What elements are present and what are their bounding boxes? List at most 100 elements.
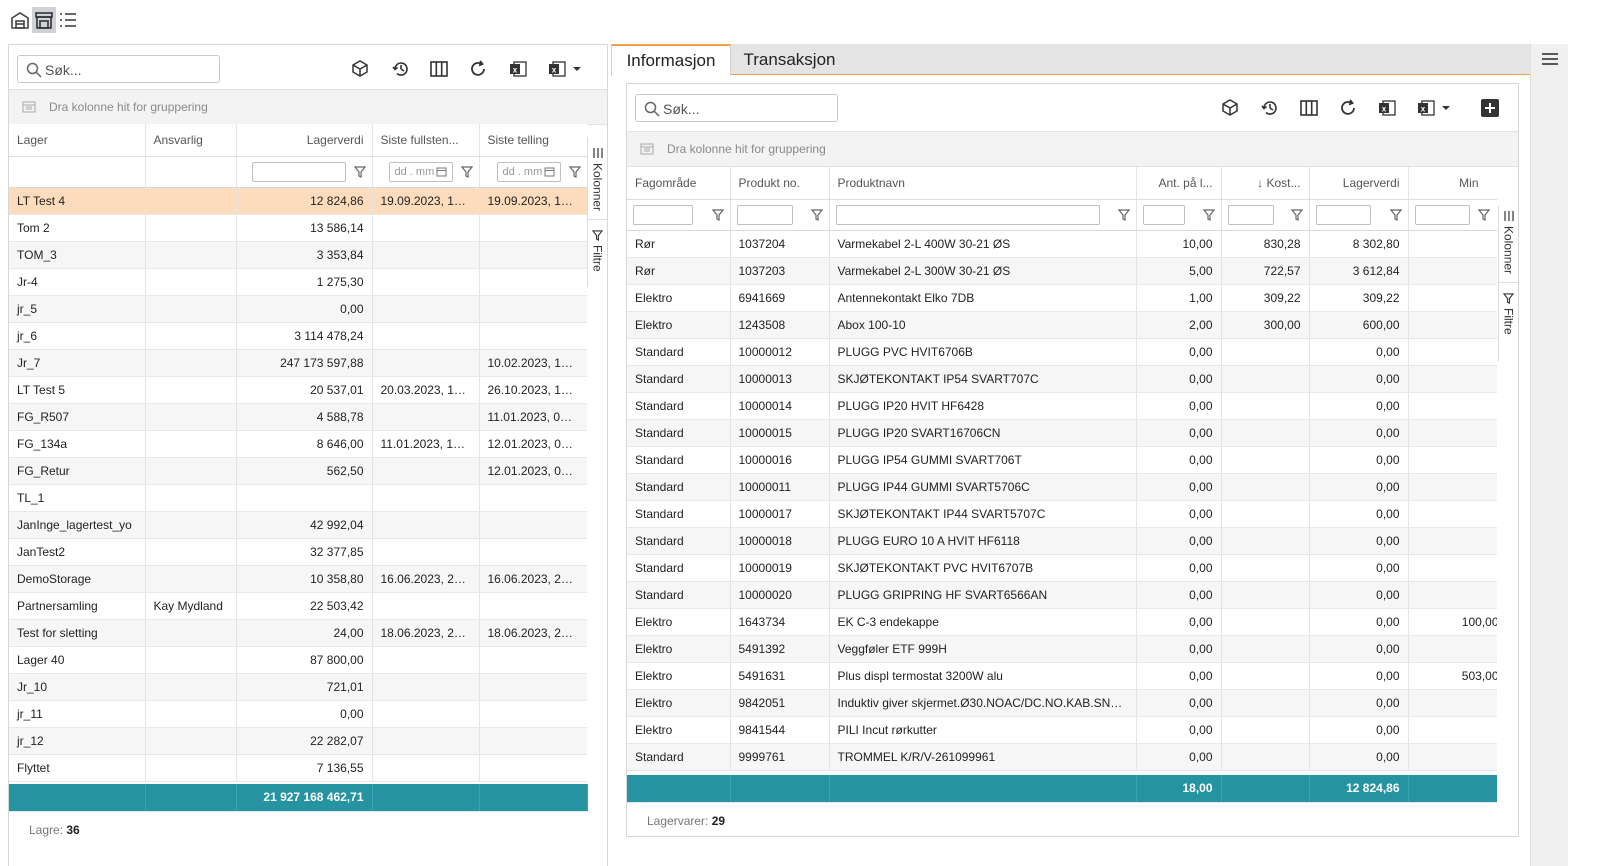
table-row[interactable]: Jr-4 1 275,30 [9,268,587,296]
list-icon[interactable] [56,7,80,33]
filter-icon[interactable] [810,208,823,221]
col-header-lager[interactable]: Lager [9,124,146,157]
refresh-icon[interactable] [1336,96,1360,120]
table-row[interactable]: Standard 10000017 SKJØTEKONTAKT IP44 SVART… [627,500,1497,528]
right-search-input[interactable] [663,99,833,119]
filter-input[interactable] [1414,204,1470,225]
filter-lagerverdi-input[interactable] [251,161,346,182]
tab-transaksjon[interactable]: Transaksjon [733,44,846,75]
export-package-icon[interactable] [1218,96,1242,120]
col-header-kost[interactable]: ↓ Kost... [1221,167,1310,200]
history-icon[interactable] [389,57,413,81]
filter-icon[interactable] [1477,208,1490,221]
filter-input[interactable] [1142,204,1185,225]
filter-input[interactable] [1227,204,1274,225]
table-row[interactable]: TL_1 [9,484,587,512]
add-icon[interactable] [1478,96,1502,120]
table-row[interactable]: TOM_3 3 353,84 [9,241,587,269]
table-row[interactable]: Standard 10000018 PLUGG EURO 10 A HVIT HF6… [627,527,1497,555]
side-tab-filtre[interactable]: Filtre [587,219,608,272]
table-row[interactable]: Lager 40 87 800,00 [9,646,587,674]
excel-export-dropdown[interactable]: x [545,57,589,81]
col-header-lagerverdi[interactable]: Lagerverdi [236,124,373,157]
columns-icon[interactable] [427,57,451,81]
table-row[interactable]: jr_5 0,00 [9,295,587,323]
col-header-siste-telling[interactable]: Siste telling [479,124,587,157]
table-row[interactable]: DemoStorage 10 358,80 16.06.2023, 21:09 16.… [9,565,587,593]
refresh-icon[interactable] [466,57,490,81]
filter-input[interactable] [835,204,1100,225]
table-row[interactable]: Tom 2 13 586,14 [9,214,587,242]
filter-icon[interactable] [460,165,473,178]
side-tab-kolonner[interactable]: Kolonner [591,147,605,211]
filter-icon[interactable] [1389,208,1402,221]
table-row[interactable]: Elektro 5491631 Plus displ termostat 3200W… [627,662,1497,690]
filter-siste-telling-date[interactable]: dd . mm [496,161,561,182]
col-header-fagomrade[interactable]: Fagområde [627,167,731,200]
table-row[interactable]: Rør 1037203 Varmekabel 2-L 300W 30-21 ØS 5,… [627,257,1497,285]
table-row[interactable]: Standard 10000013 SKJØTEKONTAKT IP54 SVART… [627,365,1497,393]
right-group-bar[interactable]: Dra kolonne hit for gruppering [627,131,1518,167]
col-header-min[interactable]: Min [1408,167,1497,200]
filter-icon[interactable] [1117,208,1130,221]
left-group-bar[interactable]: Dra kolonne hit for gruppering [9,89,607,125]
table-row[interactable]: FG_134a 8 646,00 11.01.2023, 12:53 12.01.20… [9,430,587,458]
filter-icon[interactable] [568,165,581,178]
hamburger-menu-icon[interactable] [1541,51,1559,67]
table-row[interactable]: Test for sletting 24,00 18.06.2023, 20:16 1… [9,619,587,647]
history-icon[interactable] [1258,96,1282,120]
table-row[interactable]: Elektro 5491392 Veggføler ETF 999H 0,00 0,00 [627,635,1497,663]
columns-icon[interactable] [1297,96,1321,120]
table-row[interactable]: Elektro 6941669 Antennekontakt Elko 7DB 1,0… [627,284,1497,312]
side-tab-filtre[interactable]: Filtre [1498,282,1519,335]
col-header-ansvarlig[interactable]: Ansvarlig [145,124,237,157]
table-row[interactable]: Standard 10000019 SKJØTEKONTAKT PVC HVIT67… [627,554,1497,582]
filter-icon[interactable] [1290,208,1303,221]
table-row[interactable]: Jr_7 247 173 597,88 10.02.2023, 14:21 [9,349,587,377]
tab-informasjon[interactable]: Informasjon [611,44,731,76]
table-row[interactable]: Standard 10000015 PLUGG IP20 SVART16706CN 0… [627,419,1497,447]
table-row[interactable]: JanTest2 32 377,85 [9,538,587,566]
table-row[interactable]: Elektro 9841544 PILI Incut rørkutter 0,00 0,… [627,716,1497,744]
filter-input[interactable] [736,204,793,225]
filter-icon[interactable] [353,165,366,178]
filter-icon[interactable] [711,208,724,221]
table-row[interactable]: Jr_10 721,01 [9,673,587,701]
table-row[interactable]: Standard 10000014 PLUGG IP20 HVIT HF6428 0,… [627,392,1497,420]
filter-input[interactable] [633,204,693,225]
table-row[interactable]: Flyttet 7 136,55 [9,754,587,782]
table-row[interactable]: JanInge_lagertest_yo 42 992,04 [9,511,587,539]
excel-icon[interactable]: x [506,57,530,81]
table-row[interactable]: jr_6 3 114 478,24 [9,322,587,350]
side-tab-kolonner[interactable]: Kolonner [1502,210,1516,274]
table-row[interactable]: jr_12 22 282,07 [9,727,587,755]
table-row[interactable]: Elektro 1243508 Abox 100-10 2,00 300,00 600,0… [627,311,1497,339]
store-icon[interactable] [32,7,56,33]
col-header-antall[interactable]: Ant. på l... [1136,167,1222,200]
table-row[interactable]: Elektro 9842051 Induktiv giver skjermet.Ø3… [627,689,1497,717]
warehouse-icon[interactable] [8,7,32,33]
table-row[interactable]: Elektro 1643734 EK C-3 endekappe 0,00 0,00 10… [627,608,1497,636]
table-row[interactable]: jr_11 0,00 [9,700,587,728]
filter-input[interactable] [1315,204,1371,225]
table-row[interactable]: Partnersamling Kay Mydland 22 503,42 [9,592,587,620]
export-package-icon[interactable] [348,57,372,81]
table-row[interactable]: Rør 1037204 Varmekabel 2-L 400W 30-21 ØS 10… [627,230,1497,258]
filter-siste-fullstendig-date[interactable]: dd . mm [388,161,453,182]
col-header-lagerverdi[interactable]: Lagerverdi [1309,167,1409,200]
table-row[interactable]: Standard 9999761 TROMMEL K/R/V-261099961 0,… [627,743,1497,771]
excel-icon[interactable]: x [1375,96,1399,120]
filter-icon[interactable] [1202,208,1215,221]
left-search-input[interactable] [45,60,215,80]
table-row[interactable]: FG_R507 4 588,78 11.01.2023, 07:07 [9,403,587,431]
table-row[interactable]: FG_Retur 562,50 12.01.2023, 09:33 [9,457,587,485]
table-row[interactable]: Standard 10000016 PLUGG IP54 GUMMI SVART70… [627,446,1497,474]
col-header-siste-fullstendig[interactable]: Siste fullsten... [372,124,480,157]
table-row[interactable]: LT Test 4 12 824,86 19.09.2023, 10:06 19.09… [9,187,587,215]
table-row[interactable]: Standard 10000011 PLUGG IP44 GUMMI SVART57… [627,473,1497,501]
col-header-produktnavn[interactable]: Produktnavn [829,167,1137,200]
table-row[interactable]: Standard 10000020 PLUGG GRIPRING HF SVART6… [627,581,1497,609]
excel-export-dropdown[interactable]: x [1414,96,1458,120]
col-header-produkt-no[interactable]: Produkt no. [730,167,830,200]
table-row[interactable]: Standard 10000012 PLUGG PVC HVIT6706B 0,00 0… [627,338,1497,366]
